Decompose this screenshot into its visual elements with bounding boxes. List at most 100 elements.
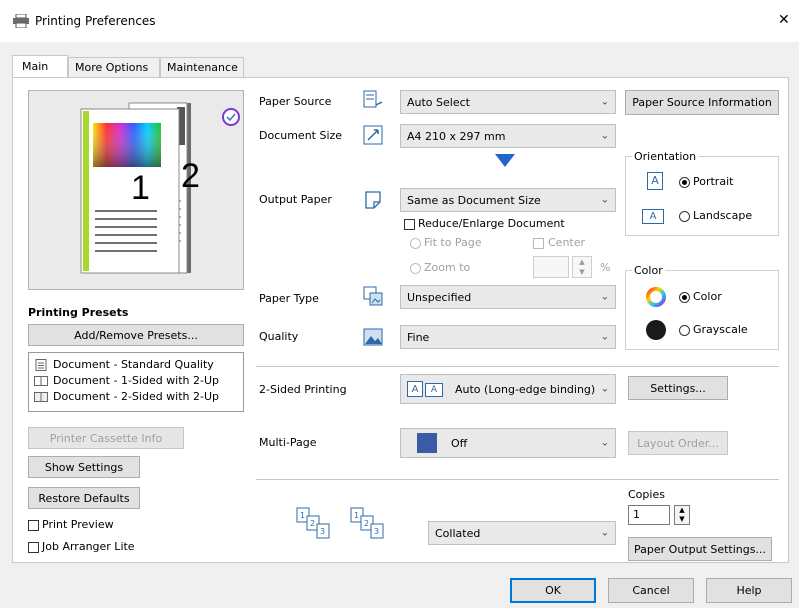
document-size-icon bbox=[363, 125, 383, 145]
svg-text:2: 2 bbox=[310, 519, 315, 528]
collate-value: Collated bbox=[435, 526, 481, 540]
color-radio[interactable] bbox=[679, 292, 690, 303]
job-arranger-label: Job Arranger Lite bbox=[42, 540, 135, 553]
landscape-label: Landscape bbox=[693, 209, 753, 222]
paper-source-select[interactable]: Auto Select ⌄ bbox=[400, 90, 616, 114]
portrait-icon: A bbox=[647, 172, 663, 190]
zoom-stepper[interactable]: ▲ ▼ bbox=[572, 256, 592, 278]
paper-output-settings-button[interactable]: Paper Output Settings... bbox=[628, 537, 772, 561]
center-label: Center bbox=[548, 236, 586, 249]
chevron-down-icon: ⌄ bbox=[600, 291, 609, 303]
output-paper-value: Same as Document Size bbox=[407, 193, 541, 207]
preset-item[interactable]: Document - 2-Sided with 2-Up bbox=[33, 390, 239, 405]
tab-main-label: Main bbox=[22, 60, 49, 73]
collate-icon: 123 123 bbox=[296, 507, 384, 539]
chevron-down-icon: ⌄ bbox=[600, 383, 609, 395]
printer-cassette-info-button[interactable]: Printer Cassette Info bbox=[28, 427, 184, 449]
preset-item-label: Document - 2-Sided with 2-Up bbox=[53, 390, 220, 403]
tab-main[interactable]: Main bbox=[12, 55, 68, 78]
two-up-icon bbox=[34, 376, 48, 386]
restore-defaults-button[interactable]: Restore Defaults bbox=[28, 487, 140, 509]
paper-source-value: Auto Select bbox=[407, 95, 470, 109]
add-remove-presets-button[interactable]: Add/Remove Presets... bbox=[28, 324, 244, 346]
multi-page-icon bbox=[417, 433, 437, 453]
reduce-enlarge-checkbox[interactable] bbox=[404, 219, 415, 230]
fit-to-page-label: Fit to Page bbox=[424, 236, 482, 249]
print-preview-label: Print Preview bbox=[42, 518, 114, 531]
multi-page-select[interactable]: Off ⌄ bbox=[400, 428, 616, 458]
divider bbox=[256, 366, 779, 367]
multi-page-value: Off bbox=[451, 436, 468, 450]
title-bar: Printing Preferences ✕ bbox=[0, 0, 799, 42]
show-settings-button[interactable]: Show Settings bbox=[28, 456, 140, 478]
color-label: Color bbox=[693, 290, 722, 303]
landscape-radio[interactable] bbox=[679, 211, 690, 222]
chevron-down-icon: ⌄ bbox=[600, 527, 609, 539]
chevron-down-icon: ⌄ bbox=[600, 194, 609, 206]
divider bbox=[256, 479, 779, 480]
document-icon bbox=[35, 359, 47, 371]
svg-text:1: 1 bbox=[354, 511, 359, 520]
output-paper-select[interactable]: Same as Document Size ⌄ bbox=[400, 188, 616, 212]
arrow-down-icon bbox=[495, 154, 515, 167]
zoom-to-label: Zoom to bbox=[424, 261, 471, 274]
chevron-down-icon: ⌄ bbox=[600, 96, 609, 108]
two-sided-value: Auto (Long-edge binding) bbox=[455, 382, 596, 396]
output-paper-label: Output Paper bbox=[259, 193, 332, 206]
document-size-label: Document Size bbox=[259, 129, 343, 142]
preset-item-label: Document - 1-Sided with 2-Up bbox=[53, 374, 220, 387]
grayscale-label: Grayscale bbox=[693, 323, 748, 336]
cancel-button[interactable]: Cancel bbox=[608, 578, 694, 603]
zoom-unit-label: % bbox=[600, 261, 611, 274]
print-preview-checkbox[interactable] bbox=[28, 520, 39, 531]
color-title: Color bbox=[632, 264, 665, 277]
collate-select[interactable]: Collated ⌄ bbox=[428, 521, 616, 545]
copies-input[interactable]: 1 bbox=[628, 505, 670, 525]
svg-text:3: 3 bbox=[320, 527, 325, 536]
copies-label: Copies bbox=[628, 488, 665, 501]
zoom-to-radio[interactable] bbox=[410, 263, 421, 274]
layout-order-button[interactable]: Layout Order... bbox=[628, 431, 728, 455]
preview-page-1: 1 bbox=[131, 169, 150, 207]
paper-type-value: Unspecified bbox=[407, 290, 472, 304]
zoom-input[interactable] bbox=[533, 256, 569, 278]
color-wheel-icon bbox=[646, 287, 666, 307]
print-preview-image: 1 2 bbox=[28, 90, 244, 290]
close-icon[interactable]: ✕ bbox=[778, 12, 790, 28]
portrait-radio[interactable] bbox=[679, 177, 690, 188]
two-sided-settings-button[interactable]: Settings... bbox=[628, 376, 728, 400]
ok-button[interactable]: OK bbox=[510, 578, 596, 603]
document-size-select[interactable]: A4 210 x 297 mm ⌄ bbox=[400, 124, 616, 148]
orientation-title: Orientation bbox=[632, 150, 699, 163]
multi-page-label: Multi-Page bbox=[259, 436, 317, 449]
center-checkbox[interactable] bbox=[533, 238, 544, 249]
tab-more-options-label: More Options bbox=[75, 61, 149, 74]
paper-type-select[interactable]: Unspecified ⌄ bbox=[400, 285, 616, 309]
tab-maintenance[interactable]: Maintenance bbox=[160, 57, 244, 78]
copies-stepper[interactable]: ▲ ▼ bbox=[674, 505, 690, 525]
chevron-down-icon: ⌄ bbox=[600, 437, 609, 449]
preset-item-label: Document - Standard Quality bbox=[53, 358, 214, 371]
two-sided-select[interactable]: A A Auto (Long-edge binding) ⌄ bbox=[400, 374, 616, 404]
copies-value: 1 bbox=[633, 508, 640, 521]
paper-source-label: Paper Source bbox=[259, 95, 332, 108]
preset-item[interactable]: Document - Standard Quality bbox=[33, 358, 239, 373]
two-sided-icon: A A bbox=[407, 381, 447, 397]
printer-icon bbox=[13, 14, 29, 28]
paper-source-information-button[interactable]: Paper Source Information bbox=[625, 90, 779, 115]
preset-item[interactable]: Document - 1-Sided with 2-Up bbox=[33, 374, 239, 389]
help-button[interactable]: Help bbox=[706, 578, 792, 603]
tab-more-options[interactable]: More Options bbox=[68, 57, 160, 78]
window-title: Printing Preferences bbox=[35, 14, 156, 28]
job-arranger-checkbox[interactable] bbox=[28, 542, 39, 553]
output-paper-icon bbox=[365, 191, 381, 209]
document-size-value: A4 210 x 297 mm bbox=[407, 129, 506, 143]
grayscale-radio[interactable] bbox=[679, 325, 690, 336]
paper-source-icon bbox=[363, 90, 383, 108]
chevron-down-icon: ⌄ bbox=[600, 331, 609, 343]
chevron-down-icon: ⌄ bbox=[600, 130, 609, 142]
quality-select[interactable]: Fine ⌄ bbox=[400, 325, 616, 349]
printing-presets-title: Printing Presets bbox=[28, 306, 129, 319]
fit-to-page-radio[interactable] bbox=[410, 238, 421, 249]
two-sided-two-up-icon bbox=[34, 392, 48, 402]
